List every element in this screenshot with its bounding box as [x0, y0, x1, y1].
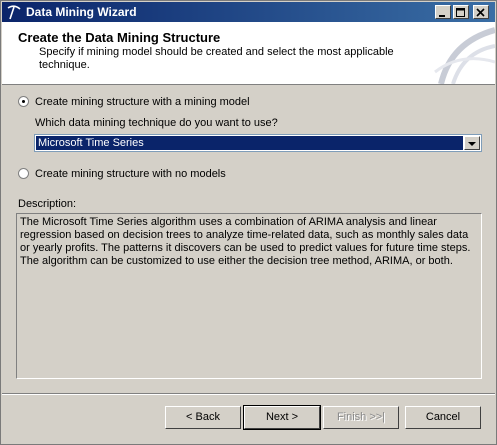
back-button[interactable]: < Back: [165, 406, 241, 429]
cancel-button[interactable]: Cancel: [405, 406, 481, 429]
dropdown-button[interactable]: [464, 136, 480, 150]
finish-button[interactable]: Finish >>|: [323, 406, 399, 429]
page-subtitle: Specify if mining model should be create…: [39, 46, 394, 71]
minimize-icon: [439, 15, 445, 17]
page-title: Create the Data Mining Structure: [18, 30, 221, 45]
technique-question: Which data mining technique do you want …: [35, 117, 278, 129]
radio-selected-dot: [22, 100, 25, 103]
description-text: The Microsoft Time Series algorithm uses…: [20, 216, 471, 267]
minimize-button[interactable]: [435, 5, 451, 19]
no-models-label[interactable]: Create mining structure with no models: [35, 168, 226, 180]
title-bar[interactable]: Data Mining Wizard: [2, 2, 495, 22]
wizard-window: Data Mining Wizard Create the Data Minin…: [0, 0, 497, 445]
with-model-label[interactable]: Create mining structure with a mining mo…: [35, 96, 250, 108]
close-button[interactable]: [473, 5, 489, 19]
description-label: Description:: [18, 198, 77, 210]
technique-dropdown[interactable]: Microsoft Time Series: [34, 134, 482, 152]
chevron-down-icon: [468, 142, 476, 146]
button-separator: [2, 393, 495, 395]
wizard-banner-graphic: [434, 27, 495, 84]
technique-selected-value: Microsoft Time Series: [36, 136, 463, 150]
no-models-radio[interactable]: [18, 168, 29, 179]
next-button[interactable]: Next >: [243, 405, 321, 430]
description-box: The Microsoft Time Series algorithm uses…: [16, 213, 482, 379]
maximize-button[interactable]: [453, 5, 469, 19]
with-model-radio[interactable]: [18, 96, 29, 107]
pickaxe-icon: [7, 5, 21, 20]
maximize-icon: [456, 8, 465, 17]
window-title: Data Mining Wizard: [26, 5, 137, 19]
wizard-header: Create the Data Mining Structure Specify…: [2, 22, 495, 85]
close-icon: [476, 8, 485, 17]
